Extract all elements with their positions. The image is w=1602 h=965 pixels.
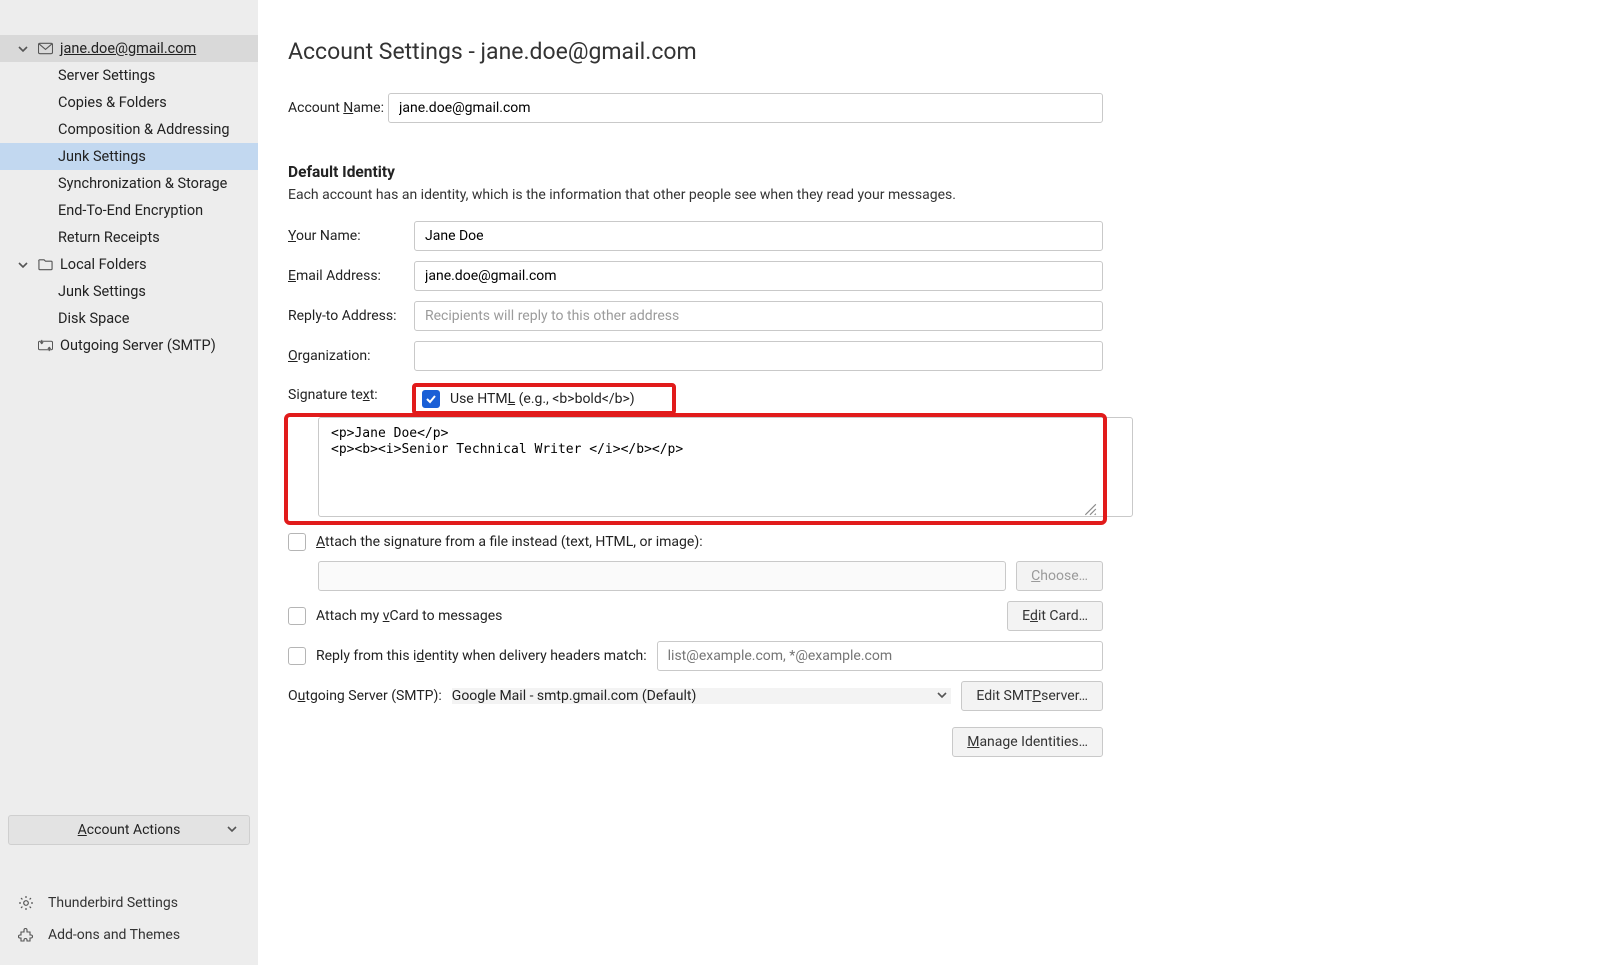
tree-item-return-receipts[interactable]: Return Receipts xyxy=(0,224,258,251)
gear-icon xyxy=(18,895,40,911)
chevron-down-icon xyxy=(16,44,30,54)
account-tree: jane.doe@gmail.com Server Settings Copie… xyxy=(0,35,258,809)
thunderbird-settings-link[interactable]: Thunderbird Settings xyxy=(8,887,250,919)
tree-item-account-1[interactable]: Local Folders xyxy=(0,251,258,278)
tree-item-outgoing-smtp[interactable]: Outgoing Server (SMTP) xyxy=(0,332,258,359)
edit-smtp-button[interactable]: Edit SMTP server… xyxy=(961,681,1103,711)
puzzle-icon xyxy=(18,927,40,943)
identity-heading: Default Identity xyxy=(288,163,1103,181)
chevron-down-icon xyxy=(937,688,951,704)
tree-item-copies-folders[interactable]: Copies & Folders xyxy=(0,89,258,116)
edit-card-button[interactable]: Edit Card… xyxy=(1007,601,1103,631)
mailbox-icon xyxy=(36,41,54,56)
addons-themes-link[interactable]: Add-ons and Themes xyxy=(8,919,250,951)
choose-file-button[interactable]: Choose… xyxy=(1016,561,1103,591)
send-receive-icon xyxy=(36,338,54,353)
chevron-down-icon xyxy=(227,822,237,838)
tree-item-e2e-encryption[interactable]: End-To-End Encryption xyxy=(0,197,258,224)
tree-item-lf-junk[interactable]: Junk Settings xyxy=(0,278,258,305)
tree-item-account-0[interactable]: jane.doe@gmail.com xyxy=(0,35,258,62)
tree-item-server-settings[interactable]: Server Settings xyxy=(0,62,258,89)
use-html-checkbox[interactable] xyxy=(422,390,440,408)
attach-vcard-checkbox[interactable] xyxy=(288,607,306,625)
account-actions-button[interactable]: Account Actions xyxy=(8,815,250,845)
folder-icon xyxy=(36,257,54,272)
account-name-row: Account Name: xyxy=(288,93,1103,123)
chevron-down-icon xyxy=(16,260,30,270)
signature-file-path-input xyxy=(318,561,1006,591)
tree-item-lf-disk[interactable]: Disk Space xyxy=(0,305,258,332)
signature-textarea[interactable] xyxy=(318,417,1133,517)
main-panel: Account Settings - jane.doe@gmail.com Ac… xyxy=(258,0,1602,965)
thunderbird-settings-label: Thunderbird Settings xyxy=(48,895,178,911)
organization-input[interactable] xyxy=(414,341,1103,371)
email-input[interactable] xyxy=(414,261,1103,291)
tree-item-sync-storage[interactable]: Synchronization & Storage xyxy=(0,170,258,197)
page-title: Account Settings - jane.doe@gmail.com xyxy=(288,38,1572,65)
reply-to-input[interactable] xyxy=(414,301,1103,331)
reply-from-identity-checkbox[interactable] xyxy=(288,647,306,665)
tree-label: Local Folders xyxy=(60,256,147,273)
attach-file-row: Attach the signature from a file instead… xyxy=(288,533,1103,551)
resize-handle-icon[interactable] xyxy=(1083,502,1097,516)
tree-item-composition-addressing[interactable]: Composition & Addressing xyxy=(0,116,258,143)
tree-item-junk-settings[interactable]: Junk Settings xyxy=(0,143,258,170)
attach-file-checkbox[interactable] xyxy=(288,533,306,551)
your-name-input[interactable] xyxy=(414,221,1103,251)
sidebar: jane.doe@gmail.com Server Settings Copie… xyxy=(0,0,258,965)
identity-desc: Each account has an identity, which is t… xyxy=(288,187,1103,203)
signature-textarea-highlight xyxy=(288,417,1103,521)
account-name-input[interactable] xyxy=(388,93,1103,123)
default-identity-section: Default Identity Each account has an ide… xyxy=(288,163,1103,757)
outgoing-server-value: Google Mail - smtp.gmail.com (Default) xyxy=(452,688,697,704)
sidebar-bottom: Account Actions Thunderbird Settings Add… xyxy=(0,809,258,965)
manage-identities-button[interactable]: Manage Identities… xyxy=(952,727,1103,757)
use-html-highlight: Use HTML (e.g., <b>bold</b>) xyxy=(414,385,674,413)
outgoing-server-select[interactable]: Google Mail - smtp.gmail.com (Default) xyxy=(452,688,952,704)
tree-label: jane.doe@gmail.com xyxy=(60,40,196,57)
reply-identity-headers-input[interactable] xyxy=(657,641,1103,671)
addons-themes-label: Add-ons and Themes xyxy=(48,927,180,943)
account-form: Account Name: Default Identity Each acco… xyxy=(288,93,1103,757)
